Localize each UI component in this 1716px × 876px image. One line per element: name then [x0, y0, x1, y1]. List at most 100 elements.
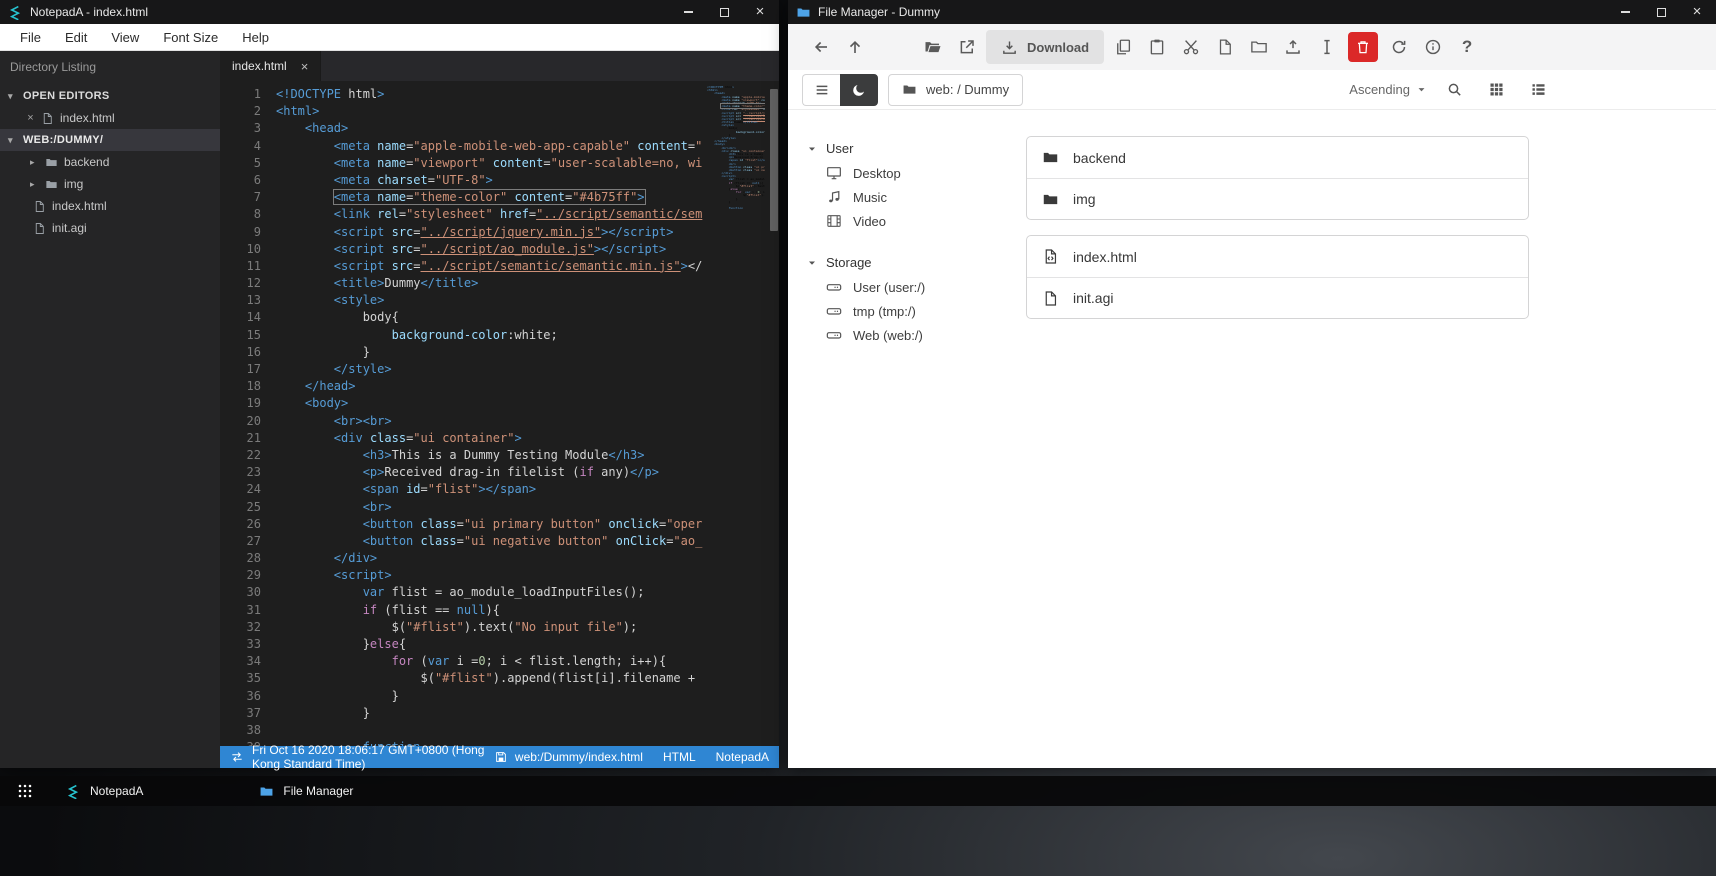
notepada-logo-icon [66, 784, 81, 799]
menu-view[interactable]: View [99, 25, 151, 50]
close-button[interactable]: × [1690, 4, 1704, 19]
menu-help[interactable]: Help [230, 25, 281, 50]
close-editor-icon[interactable]: × [26, 112, 35, 124]
refresh-icon [1390, 38, 1408, 56]
theme-toggle-button[interactable] [840, 73, 878, 106]
copy-button[interactable] [1106, 30, 1140, 64]
taskbar-item-notepada[interactable]: NotepadA [56, 776, 153, 806]
refresh-button[interactable] [1382, 30, 1416, 64]
line-number: 35 [246, 671, 261, 686]
delete-button[interactable] [1348, 32, 1379, 62]
paste-button[interactable] [1140, 30, 1174, 64]
sidebar-item-user-user[interactable]: User (user:/) [806, 275, 1026, 299]
back-button[interactable] [804, 30, 838, 64]
workspace-root[interactable]: ▾ WEB:/DUMMY/ [0, 129, 220, 151]
file-item-img[interactable]: img [1027, 178, 1528, 219]
code-line: </div> [333, 551, 378, 566]
close-tab-icon[interactable]: × [301, 59, 309, 74]
tree-item-img[interactable]: ▸ img [0, 173, 220, 195]
sort-order-label: Ascending [1349, 82, 1410, 97]
line-number: 23 [246, 465, 261, 480]
code-line: <button class="ui primary button" onclic… [362, 516, 703, 531]
minimize-button[interactable] [1618, 5, 1632, 19]
app-launcher-button[interactable] [10, 776, 40, 806]
moon-icon [851, 82, 867, 98]
search-button[interactable] [1438, 74, 1470, 106]
file-item-init.agi[interactable]: init.agi [1027, 277, 1528, 318]
open-editors-section[interactable]: ▾ OPEN EDITORS [0, 85, 220, 107]
notepada-menubar: File Edit View Font Size Help [0, 24, 779, 51]
sort-order-dropdown[interactable]: Ascending [1349, 82, 1428, 97]
code-line: <meta charset="UTF-8"> [333, 172, 493, 187]
new-file-button[interactable] [1208, 30, 1242, 64]
code-line: <span id="flist"></span> [362, 482, 537, 497]
open-editor-item[interactable]: × index.html [0, 107, 220, 129]
path-display[interactable]: web: / Dummy [888, 73, 1024, 106]
file-icon [1042, 290, 1059, 307]
line-number: 34 [246, 654, 261, 669]
hdd-icon [826, 279, 842, 295]
tab-index-html[interactable]: index.html × [220, 51, 322, 81]
caret-down-icon [806, 143, 818, 155]
rename-button[interactable] [1310, 30, 1344, 64]
sidebar-section-header-user[interactable]: User [806, 136, 1026, 161]
notepada-window-title: NotepadA - index.html [30, 5, 149, 19]
code-line: } [276, 705, 370, 720]
scrollbar-thumb[interactable] [770, 89, 778, 231]
taskbar-item-file-manager[interactable]: File Manager [249, 776, 363, 806]
sidebar-item-music[interactable]: Music [806, 185, 1026, 209]
status-app-name: NotepadA [715, 750, 769, 764]
sidebar-item-tmp-tmp[interactable]: tmp (tmp:/) [806, 299, 1026, 323]
tree-item-index.html[interactable]: index.html [0, 195, 220, 217]
editor-scrollbar[interactable] [769, 86, 779, 746]
download-button[interactable]: Download [986, 30, 1105, 64]
new-folder-button[interactable] [1242, 30, 1276, 64]
search-icon [1446, 81, 1463, 98]
sidebar-section-header-storage[interactable]: Storage [806, 250, 1026, 275]
close-button[interactable]: × [753, 4, 767, 19]
code-pane[interactable]: <!DOCTYPE html> <html> <head> <meta name=… [276, 86, 779, 746]
filemanager-sidebar: User Desktop Music Video Storage User (user:/… [788, 136, 1026, 768]
menu-edit[interactable]: Edit [53, 25, 99, 50]
i-cursor-icon [1318, 38, 1336, 56]
code-line: <script src="../script/semantic/semantic… [333, 258, 703, 273]
minimize-button[interactable] [681, 5, 695, 19]
info-button[interactable] [1416, 30, 1450, 64]
file-group: backend img [1026, 136, 1529, 220]
folder-icon [45, 156, 58, 169]
open-in-new-window-button[interactable] [950, 30, 984, 64]
tree-item-backend[interactable]: ▸ backend [0, 151, 220, 173]
upload-button[interactable] [1276, 30, 1310, 64]
list-view-button[interactable] [1522, 74, 1554, 106]
tree-item-init.agi[interactable]: init.agi [0, 217, 220, 239]
code-line: } [276, 688, 399, 703]
line-number: 14 [246, 310, 261, 325]
menu-file[interactable]: File [8, 25, 53, 50]
maximize-button[interactable] [1654, 5, 1668, 19]
cut-button[interactable] [1174, 30, 1208, 64]
exchange-icon [230, 750, 244, 764]
help-button[interactable]: ? [1450, 30, 1484, 64]
line-number: 39 [220, 739, 261, 746]
menu-toggle-button[interactable] [802, 73, 840, 106]
line-number: 24 [246, 482, 261, 497]
sidebar-item-web-web[interactable]: Web (web:/) [806, 323, 1026, 347]
save-icon [494, 750, 508, 764]
code-line: <script src="../script/ao_module.js"></s… [333, 241, 667, 256]
file-item-backend[interactable]: backend [1027, 137, 1528, 178]
sidebar-item-desktop[interactable]: Desktop [806, 161, 1026, 185]
line-number: 19 [246, 396, 261, 411]
download-icon [1001, 39, 1018, 56]
code-editor[interactable]: 1 2 3 4 5 6 7 8 9 10 11 12 13 14 15 16 17 18 19 20 21 22 23 24 2… [220, 81, 779, 746]
open-button[interactable] [916, 30, 950, 64]
file-item-index.html[interactable]: index.html [1027, 236, 1528, 277]
grid-view-button[interactable] [1480, 74, 1512, 106]
trash-icon [1355, 39, 1371, 55]
code-content[interactable]: <!DOCTYPE html> <html> <head> <meta name=… [276, 86, 779, 746]
restore-button[interactable] [717, 5, 731, 19]
menu-font-size[interactable]: Font Size [151, 25, 230, 50]
sidebar-section-storage: Storage User (user:/) tmp (tmp:/) Web (web:… [806, 250, 1026, 347]
sidebar-item-video[interactable]: Video [806, 209, 1026, 233]
up-button[interactable] [838, 30, 872, 64]
paste-icon [1148, 38, 1166, 56]
